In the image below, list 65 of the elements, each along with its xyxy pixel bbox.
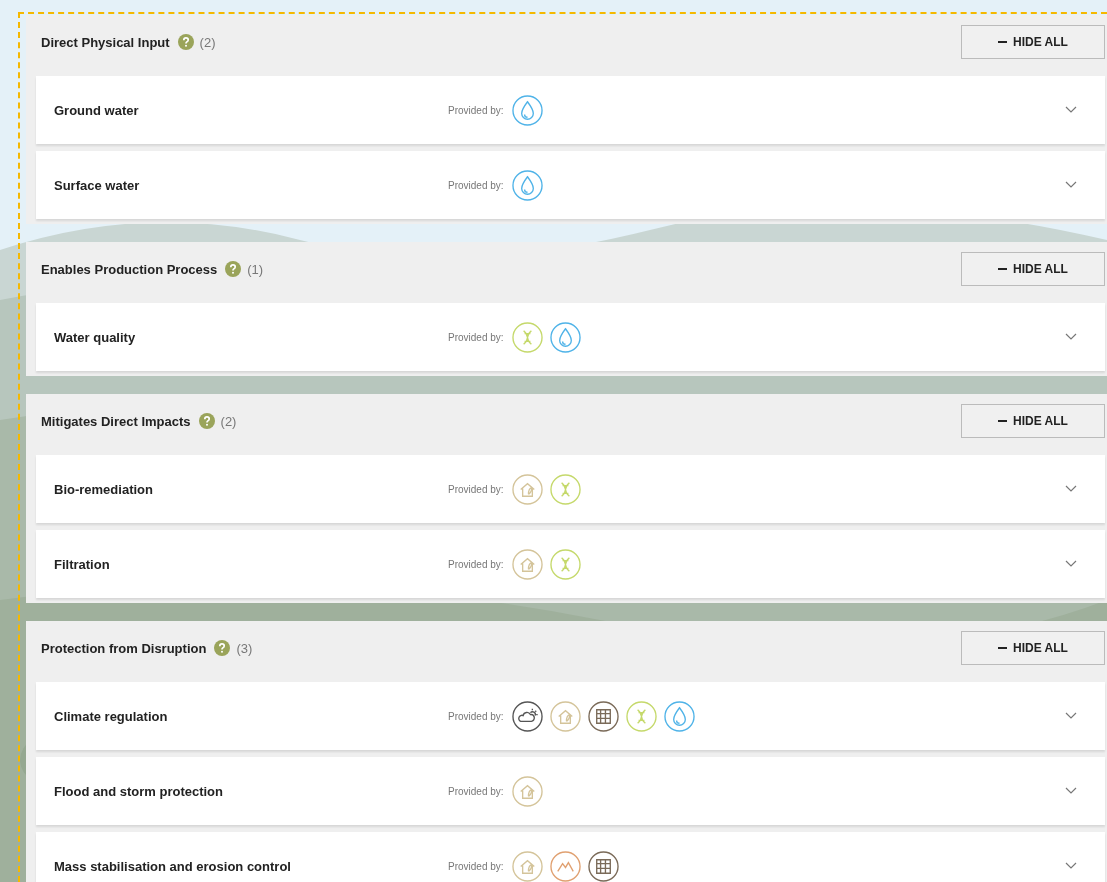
house-plant-icon[interactable] — [511, 548, 543, 580]
provided-by-label: Provided by: — [448, 179, 504, 191]
chevron-down-icon[interactable] — [1065, 485, 1077, 493]
service-name: Mass stabilisation and erosion control — [53, 858, 292, 874]
provided-by-label: Provided by: — [448, 331, 504, 343]
service-row[interactable]: Ground water Provided by: — [36, 76, 1105, 144]
water-drop-icon[interactable] — [511, 94, 543, 126]
help-icon[interactable] — [225, 261, 242, 277]
provided-by-label: Provided by: — [448, 785, 504, 797]
item-count: (2) — [199, 34, 216, 50]
hide-all-button[interactable]: HIDE ALL — [961, 25, 1105, 59]
mountain-icon[interactable] — [549, 850, 581, 882]
dna-icon[interactable] — [549, 473, 581, 505]
service-row[interactable]: Water quality Provided by: — [36, 303, 1105, 371]
cloud-sun-icon[interactable] — [511, 700, 543, 732]
section-title: Protection from Disruption — [41, 640, 207, 656]
item-count: (2) — [220, 413, 237, 429]
provided-by-label: Provided by: — [448, 558, 504, 570]
item-count: (1) — [247, 261, 264, 277]
dna-icon[interactable] — [625, 700, 657, 732]
dna-icon[interactable] — [549, 548, 581, 580]
house-plant-icon[interactable] — [549, 700, 581, 732]
hide-all-button[interactable]: HIDE ALL — [961, 631, 1105, 665]
provided-by-label: Provided by: — [448, 860, 504, 872]
help-icon[interactable] — [177, 34, 194, 50]
provided-by-label: Provided by: — [448, 104, 504, 116]
section-title: Mitigates Direct Impacts — [41, 413, 191, 429]
service-row[interactable]: Bio-remediation Provided by: — [36, 455, 1105, 523]
section-title: Direct Physical Input — [41, 34, 170, 50]
service-name: Flood and storm protection — [53, 783, 224, 799]
chevron-down-icon[interactable] — [1065, 181, 1077, 189]
chevron-down-icon[interactable] — [1065, 333, 1077, 341]
service-name: Ground water — [53, 102, 140, 118]
service-row[interactable]: Flood and storm protection Provided by: — [36, 757, 1105, 825]
service-name: Climate regulation — [53, 708, 169, 724]
grid-icon[interactable] — [587, 850, 619, 882]
section-title: Enables Production Process — [41, 261, 218, 277]
house-plant-icon[interactable] — [511, 775, 543, 807]
service-row[interactable]: Mass stabilisation and erosion control Provided by: — [36, 832, 1105, 882]
chevron-down-icon[interactable] — [1065, 787, 1077, 795]
chevron-down-icon[interactable] — [1065, 560, 1077, 568]
house-plant-icon[interactable] — [511, 473, 543, 505]
service-name: Filtration — [53, 556, 111, 572]
dna-icon[interactable] — [511, 321, 543, 353]
help-icon[interactable] — [198, 413, 215, 429]
service-row[interactable]: Surface water Provided by: — [36, 151, 1105, 219]
hide-all-button[interactable]: HIDE ALL — [961, 404, 1105, 438]
provided-by-label: Provided by: — [448, 710, 504, 722]
service-name: Water quality — [53, 329, 137, 345]
item-count: (3) — [236, 640, 253, 656]
service-row[interactable]: Filtration Provided by: — [36, 530, 1105, 598]
chevron-down-icon[interactable] — [1065, 712, 1077, 720]
help-icon[interactable] — [214, 640, 231, 656]
provided-by-label: Provided by: — [448, 483, 504, 495]
water-drop-icon[interactable] — [663, 700, 695, 732]
service-name: Surface water — [53, 177, 141, 193]
chevron-down-icon[interactable] — [1065, 106, 1077, 114]
service-name: Bio-remediation — [53, 481, 154, 497]
water-drop-icon[interactable] — [511, 169, 543, 201]
chevron-down-icon[interactable] — [1065, 862, 1077, 870]
service-row[interactable]: Climate regulation Provided by: — [36, 682, 1105, 750]
grid-icon[interactable] — [587, 700, 619, 732]
hide-all-button[interactable]: HIDE ALL — [961, 252, 1105, 286]
house-plant-icon[interactable] — [511, 850, 543, 882]
water-drop-icon[interactable] — [549, 321, 581, 353]
